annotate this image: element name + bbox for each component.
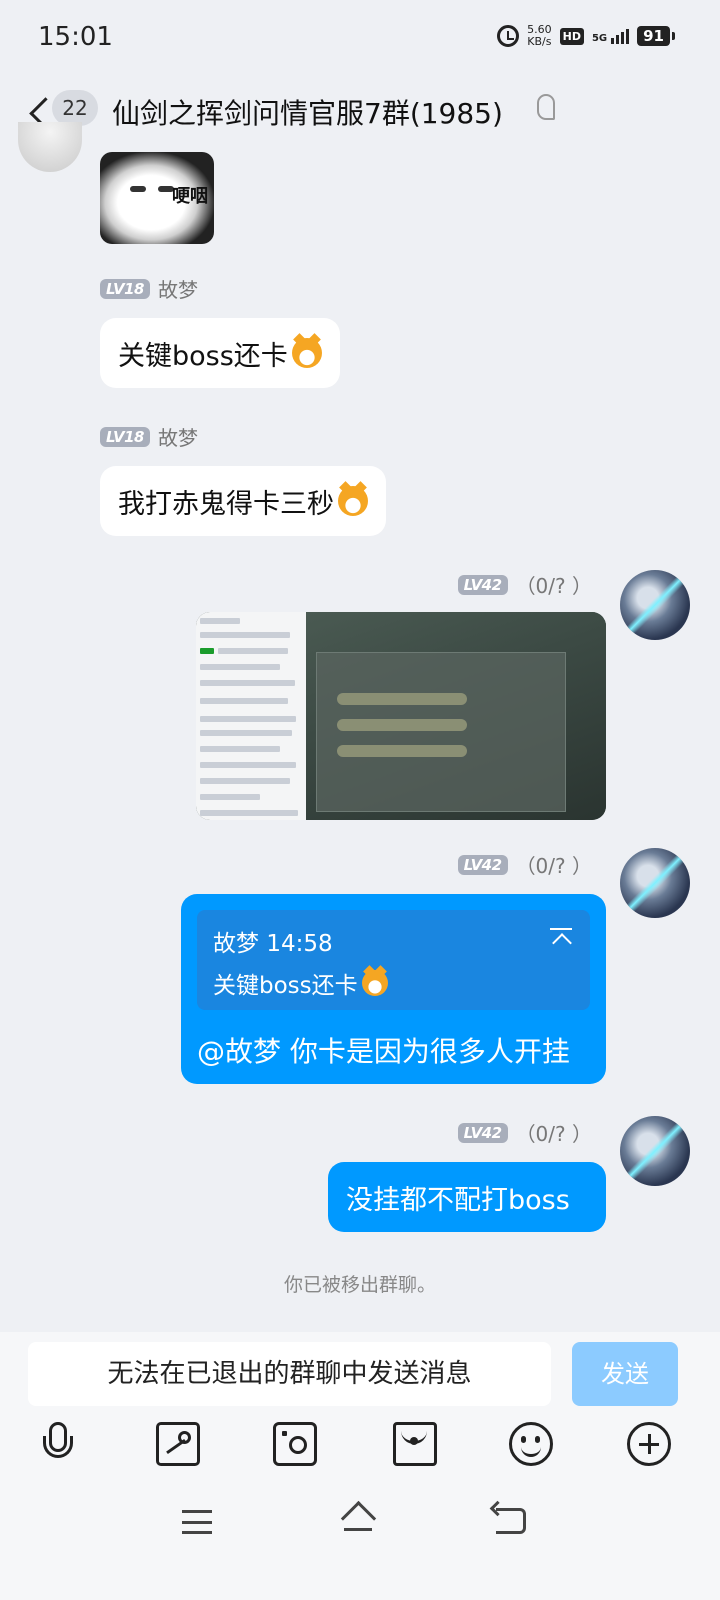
level-badge: LV42 [457,1122,508,1143]
message-bubble[interactable]: 我打赤鬼得卡三秒 [100,466,386,536]
status-bar: 15:01 5.60 KB/s HD 5G 91 [0,0,720,80]
mic-icon[interactable] [37,1422,81,1466]
sticker-caption: 哽咽 [172,186,208,207]
my-avatar[interactable] [620,1116,690,1186]
reply-message-bubble[interactable]: 故梦 14:58 关键boss还卡 @故梦 你卡是因为很多人开挂 [181,894,606,1084]
input-area: 无法在已退出的群聊中发送消息 发送 [0,1332,720,1600]
cat-emoji-icon [338,486,368,516]
input-toolbar [0,1422,720,1482]
unread-count-badge[interactable]: 22 [52,90,98,126]
network-type: 5G [591,32,608,44]
home-icon[interactable] [340,1504,376,1534]
send-button[interactable]: 发送 [572,1342,678,1406]
system-nav-bar [0,1500,720,1560]
battery-icon: 91 [637,26,675,46]
message-meta: LV42 （0/? ） [457,570,592,599]
message-meta: LV18 故梦 [100,274,198,303]
level-badge: LV18 [100,278,150,299]
chat-title[interactable]: 仙剑之挥剑问情官服7群(1985) [112,92,503,132]
message-input[interactable]: 无法在已退出的群聊中发送消息 [28,1342,551,1406]
earpiece-mode-icon[interactable] [537,94,555,120]
signal-icon: 5G [591,28,630,44]
network-speed-unit: KB/s [527,35,552,48]
message-bubble[interactable]: 没挂都不配打boss [328,1162,606,1232]
read-status[interactable]: （0/? ） [516,570,592,599]
quoted-text: 关键boss还卡 [213,973,358,999]
message-text: 没挂都不配打boss [346,1184,570,1216]
level-badge: LV42 [457,574,508,595]
chat-header: 22 仙剑之挥剑问情官服7群(1985) [0,80,720,154]
plus-icon[interactable] [627,1422,671,1466]
hd-icon: HD [559,27,584,45]
read-status[interactable]: （0/? ） [516,850,592,879]
status-time: 15:01 [38,22,113,52]
level-badge: LV42 [457,854,508,875]
read-status[interactable]: （0/? ） [516,1118,592,1147]
redpacket-icon[interactable] [393,1422,437,1466]
image-content [196,612,306,820]
camera-icon[interactable] [273,1422,317,1466]
back-icon[interactable] [496,1508,526,1534]
message-text: @故梦 你卡是因为很多人开挂 [197,1035,570,1068]
message-bubble[interactable]: 关键boss还卡 [100,318,340,388]
my-avatar[interactable] [620,570,690,640]
quoted-text-row: 关键boss还卡 [213,966,388,1000]
sender-name[interactable]: 故梦 [158,274,198,303]
level-badge: LV18 [100,426,150,447]
alarm-icon [497,25,520,47]
quoted-message[interactable]: 故梦 14:58 关键boss还卡 [197,910,590,1010]
image-game-area [306,612,606,820]
sticker-message[interactable]: 哽咽 [100,152,214,244]
cat-emoji-icon [361,970,388,996]
my-avatar[interactable] [620,848,690,918]
quoted-header: 故梦 14:58 [213,924,333,958]
message-meta: LV42 （0/? ） [457,1118,592,1147]
sender-name[interactable]: 故梦 [158,422,198,451]
jump-to-quote-icon[interactable] [550,928,572,952]
message-meta: LV18 故梦 [100,422,198,451]
menu-icon[interactable] [182,1510,212,1534]
image-icon[interactable] [156,1422,200,1466]
network-speed: 5.60 KB/s [527,24,552,48]
cat-emoji-icon [291,338,322,368]
quoted-sender: 故梦 [213,931,259,957]
message-text: 我打赤鬼得卡三秒 [118,488,334,520]
sender-avatar[interactable] [18,122,82,172]
status-icons: 5.60 KB/s HD 5G 91 [497,24,675,48]
message-meta: LV42 （0/? ） [457,850,592,879]
system-notice: 你已被移出群聊。 [283,1274,436,1296]
message-text: 关键boss还卡 [118,340,288,372]
image-message[interactable] [196,612,606,820]
quoted-time: 14:58 [266,931,333,957]
emoji-icon[interactable] [509,1422,553,1466]
